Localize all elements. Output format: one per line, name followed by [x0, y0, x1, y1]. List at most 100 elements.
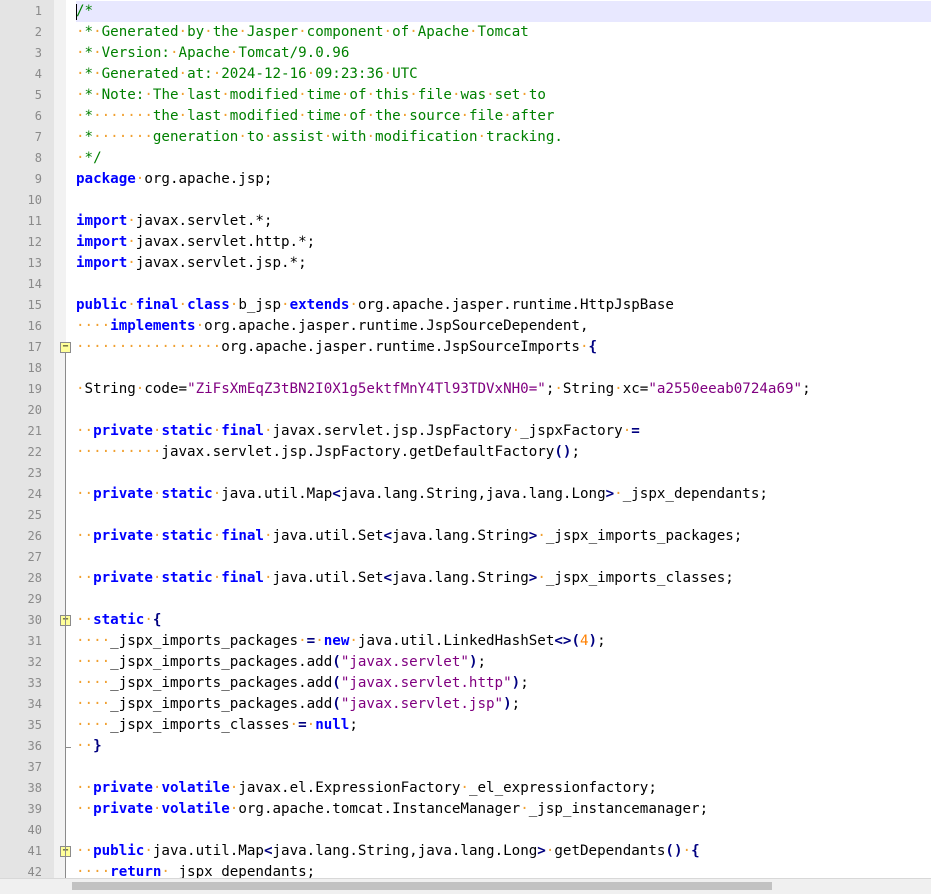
code-line[interactable]: 11 import·javax.servlet.*; [0, 211, 931, 232]
line-text[interactable]: ··} [76, 736, 931, 757]
code-token: · [298, 633, 307, 649]
code-token: java.lang.String [392, 570, 529, 586]
code-line[interactable]: 40 [0, 820, 931, 841]
line-text[interactable]: ··private·volatile·javax.el.ExpressionFa… [76, 778, 931, 799]
line-text[interactable]: import·javax.servlet.http.*; [76, 232, 931, 253]
line-text[interactable]: ····_jspx_imports_packages.add("javax.se… [76, 673, 931, 694]
code-line[interactable]: 16 ····implements·org.apache.jasper.runti… [0, 316, 931, 337]
code-line[interactable]: 15 public·final·class·b_jsp·extends·org.a… [0, 295, 931, 316]
code-line[interactable]: 7 ·*·······generation·to·assist·with·modi… [0, 127, 931, 148]
code-line[interactable]: 36 ··} [0, 736, 931, 757]
code-token: was [460, 87, 487, 103]
line-text[interactable]: ·*·Version:·Apache·Tomcat/9.0.96 [76, 43, 931, 64]
code-line[interactable]: 4 ·*·Generated·at:·2024-12-16·09:23:36·UT… [0, 64, 931, 85]
code-line[interactable]: 28 ··private·static·final·java.util.Set<j… [0, 568, 931, 589]
code-token: static [93, 612, 145, 628]
code-line[interactable]: 14 [0, 274, 931, 295]
line-text[interactable]: ····_jspx_imports_packages.add("javax.se… [76, 652, 931, 673]
code-line[interactable]: 24 ··private·static·java.util.Map<java.la… [0, 484, 931, 505]
line-text[interactable]: ·*·Generated·by·the·Jasper·component·of·… [76, 22, 931, 43]
code-line[interactable]: 1 /* [0, 1, 931, 22]
code-line[interactable]: 39 ··private·volatile·org.apache.tomcat.I… [0, 799, 931, 820]
code-line[interactable]: 20 [0, 400, 931, 421]
code-line[interactable]: 32 ····_jspx_imports_packages.add("javax.… [0, 652, 931, 673]
line-text[interactable]: ····_jspx_imports_packages.add("javax.se… [76, 694, 931, 715]
code-line[interactable]: 31 ····_jspx_imports_packages·=·new·java.… [0, 631, 931, 652]
code-line[interactable]: 25 [0, 505, 931, 526]
code-line[interactable]: 26 ··private·static·final·java.util.Set<j… [0, 526, 931, 547]
code-token: "javax.servlet.jsp" [340, 696, 504, 712]
line-text[interactable]: import·javax.servlet.jsp.*; [76, 253, 931, 274]
line-text[interactable]: ·*·Note:·The·last·modified·time·of·this·… [76, 85, 931, 106]
line-text[interactable]: ·String·code="ZiFsXmEqZ3tBN2I0X1g5ektfMn… [76, 379, 931, 400]
line-number: 4 [34, 67, 42, 81]
line-text[interactable]: ····_jspx_imports_classes·=·null; [76, 715, 931, 736]
code-token: String [84, 381, 136, 397]
code-line[interactable]: 19 ·String·code="ZiFsXmEqZ3tBN2I0X1g5ektf… [0, 379, 931, 400]
code-line[interactable]: 30 ··static·{ [0, 610, 931, 631]
code-token: · [409, 87, 418, 103]
line-text[interactable]: import·javax.servlet.*; [76, 211, 931, 232]
code-line[interactable]: 22 ··········javax.servlet.jsp.JspFactory… [0, 442, 931, 463]
line-text[interactable]: ·*·······generation·to·assist·with·modif… [76, 127, 931, 148]
code-line[interactable]: 37 [0, 757, 931, 778]
code-line[interactable]: 27 [0, 547, 931, 568]
line-text[interactable]: ··private·static·final·javax.servlet.jsp… [76, 421, 931, 442]
code-line[interactable]: 34 ····_jspx_imports_packages.add("javax.… [0, 694, 931, 715]
code-line[interactable]: 3 ·*·Version:·Apache·Tomcat/9.0.96 [0, 43, 931, 64]
code-line[interactable]: 33 ····_jspx_imports_packages.add("javax.… [0, 673, 931, 694]
code-line[interactable]: 38 ··private·volatile·javax.el.Expression… [0, 778, 931, 799]
code-line[interactable]: 21 ··private·static·final·javax.servlet.j… [0, 421, 931, 442]
code-line[interactable]: 13 import·javax.servlet.jsp.*; [0, 253, 931, 274]
code-editor[interactable]: 1/* 2 ·*·Generated·by·the·Jasper·component… [0, 0, 931, 880]
line-number: 17 [27, 340, 42, 354]
line-number: 18 [27, 361, 42, 375]
code-token: · [212, 66, 222, 82]
code-line[interactable]: 23 [0, 463, 931, 484]
code-line[interactable]: 8 ·*/ [0, 148, 931, 169]
code-token: · [366, 87, 376, 103]
line-number: 10 [27, 193, 42, 207]
line-text[interactable]: package·org.apache.jsp; [76, 169, 931, 190]
line-text[interactable]: ··private·static·final·java.util.Set<jav… [76, 568, 931, 589]
code-token: · [289, 717, 299, 733]
code-token: < [332, 486, 341, 502]
code-line[interactable]: 18 [0, 358, 931, 379]
line-text[interactable]: ·*·Generated·at:·2024-12-16·09:23:36·UTC [76, 64, 931, 85]
code-token: Tomcat/9.0.96 [238, 45, 350, 61]
code-line[interactable]: 29 [0, 589, 931, 610]
line-text[interactable]: ·*·······the·last·modified·time·of·the·s… [76, 106, 931, 127]
code-line[interactable]: 41 ··public·java.util.Map<java.lang.Strin… [0, 841, 931, 862]
code-token: private [93, 486, 153, 502]
code-token: private [93, 801, 153, 817]
code-token: · [221, 87, 230, 103]
code-line[interactable]: 5 ·*·Note:·The·last·modified·time·of·this… [0, 85, 931, 106]
line-text[interactable]: ··private·volatile·org.apache.tomcat.Ins… [76, 799, 931, 820]
code-line[interactable]: 6 ·*·······the·last·modified·time·of·the·… [0, 106, 931, 127]
line-text[interactable]: ·*/ [76, 148, 931, 169]
line-text[interactable]: ····_jspx_imports_packages·=·new·java.ut… [76, 631, 931, 652]
line-text[interactable]: ··static·{ [76, 610, 931, 631]
fold-toggle-icon[interactable]: − [60, 342, 71, 353]
code-line[interactable]: 35 ····_jspx_imports_classes·=·null; [0, 715, 931, 736]
horizontal-scrollbar-thumb[interactable] [72, 882, 772, 890]
code-token: java.util.Map [221, 486, 333, 502]
line-text[interactable]: ··private·static·java.util.Map<java.lang… [76, 484, 931, 505]
line-text[interactable]: ··········javax.servlet.jsp.JspFactory.g… [76, 442, 931, 463]
line-text[interactable]: ·················org.apache.jasper.runti… [76, 337, 931, 358]
code-token: · [349, 633, 358, 649]
line-text[interactable]: /* [76, 1, 931, 22]
horizontal-scrollbar[interactable] [0, 878, 931, 894]
code-line[interactable]: 12 import·javax.servlet.http.*; [0, 232, 931, 253]
code-line[interactable]: 9 package·org.apache.jsp; [0, 169, 931, 190]
code-token: implements [110, 318, 196, 334]
code-line[interactable]: 17 ·················org.apache.jasper.run… [0, 337, 931, 358]
line-text[interactable]: public·final·class·b_jsp·extends·org.apa… [76, 295, 931, 316]
code-token: ·· [76, 843, 94, 859]
line-text[interactable]: ··public·java.util.Map<java.lang.String,… [76, 841, 931, 862]
line-text[interactable]: ··private·static·final·java.util.Set<jav… [76, 526, 931, 547]
line-number: 15 [27, 298, 42, 312]
line-text[interactable]: ····implements·org.apache.jasper.runtime… [76, 316, 931, 337]
code-line[interactable]: 2 ·*·Generated·by·the·Jasper·component·of… [0, 22, 931, 43]
code-line[interactable]: 10 [0, 190, 931, 211]
